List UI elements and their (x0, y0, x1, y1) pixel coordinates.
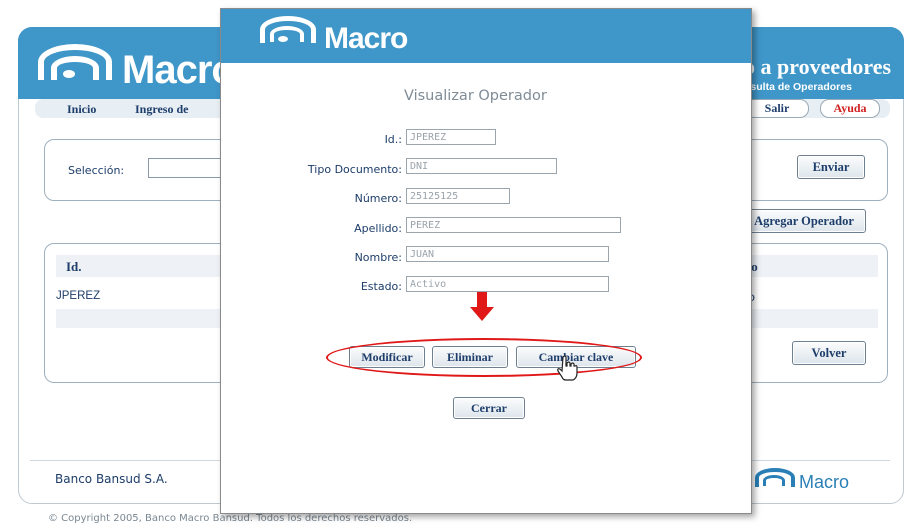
modal-title: Visualizar Operador (404, 88, 547, 104)
volver-button[interactable]: Volver (792, 341, 866, 365)
table-header-id: Id. (66, 259, 82, 274)
modal-brand-text: Macro (324, 22, 408, 55)
seleccion-label: Selección: (68, 164, 125, 177)
enviar-button[interactable]: Enviar (797, 155, 865, 179)
table-header-bg-right (742, 255, 878, 277)
field-tipo-documento-input: DNI (406, 158, 557, 174)
nav-salir-button[interactable]: Salir (745, 99, 809, 118)
red-down-arrow-icon (477, 292, 487, 308)
background-header-title: o a proveedores (744, 54, 892, 79)
footer-company: Banco Bansud S.A. (55, 472, 168, 486)
field-id-label: Id.: (384, 133, 402, 146)
highlight-ellipse (326, 338, 642, 377)
background-logo-icon (38, 40, 112, 90)
agregar-operador-button[interactable]: Agregar Operador (742, 209, 866, 233)
field-estado-input: Activo (406, 276, 609, 292)
field-estado-label: Estado: (360, 280, 402, 293)
field-nombre-label: Nombre: (354, 251, 402, 264)
field-id-input: JPEREZ (406, 129, 496, 145)
footer-logo-icon (755, 466, 795, 494)
field-nombre-input: JUAN (406, 246, 609, 262)
table-row-id[interactable]: JPEREZ (56, 290, 100, 302)
field-apellido-label: Apellido: (354, 222, 402, 235)
background-header-subtitle: nsulta de Operadores (744, 81, 852, 93)
cerrar-button[interactable]: Cerrar (453, 397, 525, 419)
background-brand-text: Macro (122, 48, 236, 92)
copyright-text: © Copyright 2005, Banco Macro Bansud. To… (48, 513, 413, 524)
nav-ayuda-button[interactable]: Ayuda (820, 99, 880, 118)
field-apellido-input: PEREZ (406, 217, 621, 233)
table-row-stripe-left (56, 309, 224, 328)
table-row-stripe-right (742, 309, 878, 328)
hand-pointer-icon (557, 355, 578, 381)
red-down-arrow-head (470, 307, 494, 321)
nav-inicio-link[interactable]: Inicio (67, 102, 96, 117)
field-tipo-documento-label: Tipo Documento: (307, 163, 402, 176)
nav-ingreso-link[interactable]: Ingreso de (135, 102, 188, 117)
modal-logo-icon (260, 14, 320, 58)
field-numero-input: 25125125 (406, 188, 510, 204)
field-numero-label: Número: (354, 192, 402, 205)
footer-brand-text: Macro (799, 472, 850, 492)
